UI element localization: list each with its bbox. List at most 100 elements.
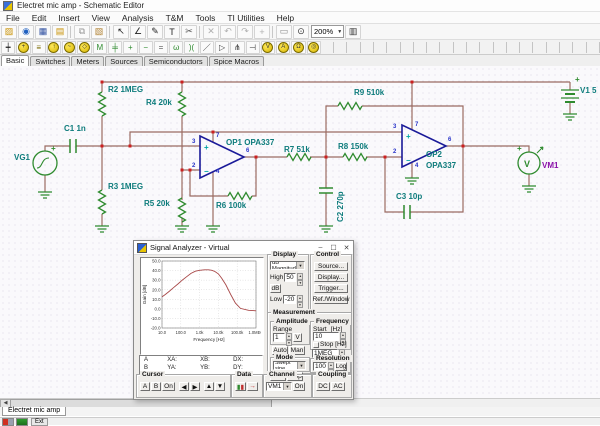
export-icon[interactable]: ▤ xyxy=(52,24,68,39)
resolution-input[interactable]: 100 xyxy=(313,362,327,371)
ac-button[interactable]: AC xyxy=(331,382,345,391)
ic-macro-icon[interactable]: ▥ xyxy=(345,24,362,39)
frame-icon[interactable]: ▭ xyxy=(276,24,292,39)
save-icon[interactable]: ▦ xyxy=(35,24,51,39)
cursor-up-button[interactable]: ▲ xyxy=(204,382,214,391)
analyzer-plot-frame: 50.0 40.0 30.0 20.0 10.0 0.0 -10.0 -20.0 10.0 100… xyxy=(140,257,264,355)
readout-cell: XB: xyxy=(200,357,210,363)
label-r2[interactable]: R2 1MEG xyxy=(108,85,143,94)
range-spinner[interactable] xyxy=(286,333,292,342)
display--button[interactable]: Display... xyxy=(314,273,348,282)
label-r9[interactable]: R9 510k xyxy=(354,88,384,97)
frequency-response-plot: 50.040.030.020.010.00.0-10.0-20.010.0 100… xyxy=(142,259,264,342)
menu-item-edit[interactable]: Edit xyxy=(26,13,53,23)
op2-pin6: 6 xyxy=(448,137,452,143)
menu-item-ti-utilities[interactable]: TI Utilities xyxy=(221,13,270,23)
high-input[interactable]: 50 xyxy=(284,273,297,282)
text-icon[interactable]: T xyxy=(164,24,180,39)
readout-cell: XA: xyxy=(167,357,177,363)
channel-on-button[interactable]: On xyxy=(293,382,305,391)
globe-icon[interactable]: ◉ xyxy=(18,24,34,39)
log-button[interactable]: Log xyxy=(335,362,347,371)
high-spinner[interactable] xyxy=(297,273,303,282)
display-header: Display xyxy=(271,251,299,258)
label-vg1[interactable]: VG1 xyxy=(14,153,30,162)
cursor-right-button[interactable]: ▶ xyxy=(190,382,200,391)
status-mode-icon[interactable] xyxy=(2,417,14,426)
trigger--button[interactable]: Trigger... xyxy=(314,284,348,293)
label-c3[interactable]: C3 10p xyxy=(396,192,422,201)
undo-icon[interactable]: ↶ xyxy=(220,24,236,39)
frequency-header: Frequency xyxy=(314,318,351,325)
label-r3[interactable]: R3 1MEG xyxy=(108,182,143,191)
open-icon[interactable]: ▨ xyxy=(1,24,17,39)
select-icon[interactable]: ↖ xyxy=(113,24,129,39)
menu-item-view[interactable]: View xyxy=(86,13,116,23)
label-op1[interactable]: OP1 OPA337 xyxy=(226,138,274,147)
sheet-tab[interactable]: Electret mic amp xyxy=(2,407,67,416)
label-r6[interactable]: R6 100k xyxy=(216,201,246,210)
zoom-in-icon[interactable]: + xyxy=(254,24,270,39)
freq-start-input[interactable]: 10 xyxy=(313,332,339,341)
label-c2[interactable]: C2 270p xyxy=(336,191,345,222)
wires[interactable] xyxy=(44,81,571,226)
delete-icon[interactable]: ✕ xyxy=(203,24,219,39)
label-op2-model[interactable]: OPA337 xyxy=(426,161,456,170)
export-chart-icon[interactable]: ▮ ▮ xyxy=(235,382,246,391)
svg-text:+: + xyxy=(51,144,56,153)
source--button[interactable]: Source... xyxy=(314,262,348,271)
svg-text:+: + xyxy=(517,144,522,153)
cursor-down-button[interactable]: ▼ xyxy=(215,382,225,391)
ref-window-button[interactable]: Ref./Window xyxy=(313,295,349,304)
cut-icon[interactable]: ✂ xyxy=(181,24,197,39)
freq-start-spinner[interactable] xyxy=(340,332,346,341)
toolbar-separator xyxy=(272,25,273,38)
copy-icon[interactable]: ⧉ xyxy=(74,24,90,39)
amplitude-header: Amplitude xyxy=(274,318,310,325)
label-r4[interactable]: R4 20k xyxy=(146,98,172,107)
low-spinner[interactable] xyxy=(297,295,303,304)
label-r7[interactable]: R7 51k xyxy=(284,145,310,154)
display-mode-dropdown[interactable]: dB Magnitude xyxy=(270,261,305,270)
export-data-icon[interactable]: → xyxy=(247,382,258,391)
signal-analyzer-window[interactable]: Signal Analyzer - Virtual – ☐ ✕ 50.0 40.0… xyxy=(133,240,354,400)
label-c1[interactable]: C1 1n xyxy=(64,124,86,133)
op1-pin6: 6 xyxy=(246,148,250,154)
low-input[interactable]: -20 xyxy=(282,295,296,304)
menu-item-analysis[interactable]: Analysis xyxy=(116,13,160,23)
app-icon xyxy=(3,0,13,11)
ground-icon xyxy=(206,225,220,233)
volts-button[interactable]: V xyxy=(293,333,302,342)
resolution-spinner[interactable] xyxy=(328,362,334,371)
paste-icon[interactable]: ▧ xyxy=(91,24,107,39)
op2-pin2: 2 xyxy=(393,149,397,155)
menu-item-tools[interactable]: Tools xyxy=(190,13,222,23)
mode-dropdown[interactable]: Swept sine xyxy=(273,361,306,370)
cursor-a-button[interactable]: A xyxy=(140,382,150,391)
label-r5[interactable]: R5 20k xyxy=(144,199,170,208)
menu-item-help[interactable]: Help xyxy=(271,13,300,23)
range-input[interactable]: 1 xyxy=(273,333,285,342)
menu-item-insert[interactable]: Insert xyxy=(52,13,85,23)
zoom-tool-icon[interactable]: ⊙ xyxy=(293,24,309,39)
channel-dropdown[interactable]: VM1 xyxy=(266,382,292,391)
wire-mode-icon[interactable]: ∠ xyxy=(130,24,146,39)
db-button[interactable]: dB xyxy=(270,284,281,293)
status-power-icon[interactable] xyxy=(16,417,28,426)
cursor-on-button[interactable]: On xyxy=(162,382,175,391)
menu-item-t-m[interactable]: T&M xyxy=(160,13,190,23)
pen-icon[interactable]: ✎ xyxy=(147,24,163,39)
zoom-level-dropdown[interactable]: 200% xyxy=(311,25,345,38)
label-v1[interactable]: V1 5 xyxy=(580,86,596,95)
close-button[interactable]: ✕ xyxy=(340,244,353,252)
cursor-left-button[interactable]: ◀ xyxy=(179,382,189,391)
resistor-zigzag xyxy=(342,152,368,162)
menu-item-file[interactable]: File xyxy=(0,13,26,23)
stop-checkbox[interactable] xyxy=(313,341,319,348)
dc-button[interactable]: DC xyxy=(316,382,330,391)
redo-icon[interactable]: ↷ xyxy=(237,24,253,39)
label-vm1[interactable]: VM1 xyxy=(542,161,558,170)
label-r8[interactable]: R8 150k xyxy=(338,142,368,151)
cursor-b-button[interactable]: B xyxy=(151,382,161,391)
label-op2-name[interactable]: OP2 xyxy=(426,150,442,159)
